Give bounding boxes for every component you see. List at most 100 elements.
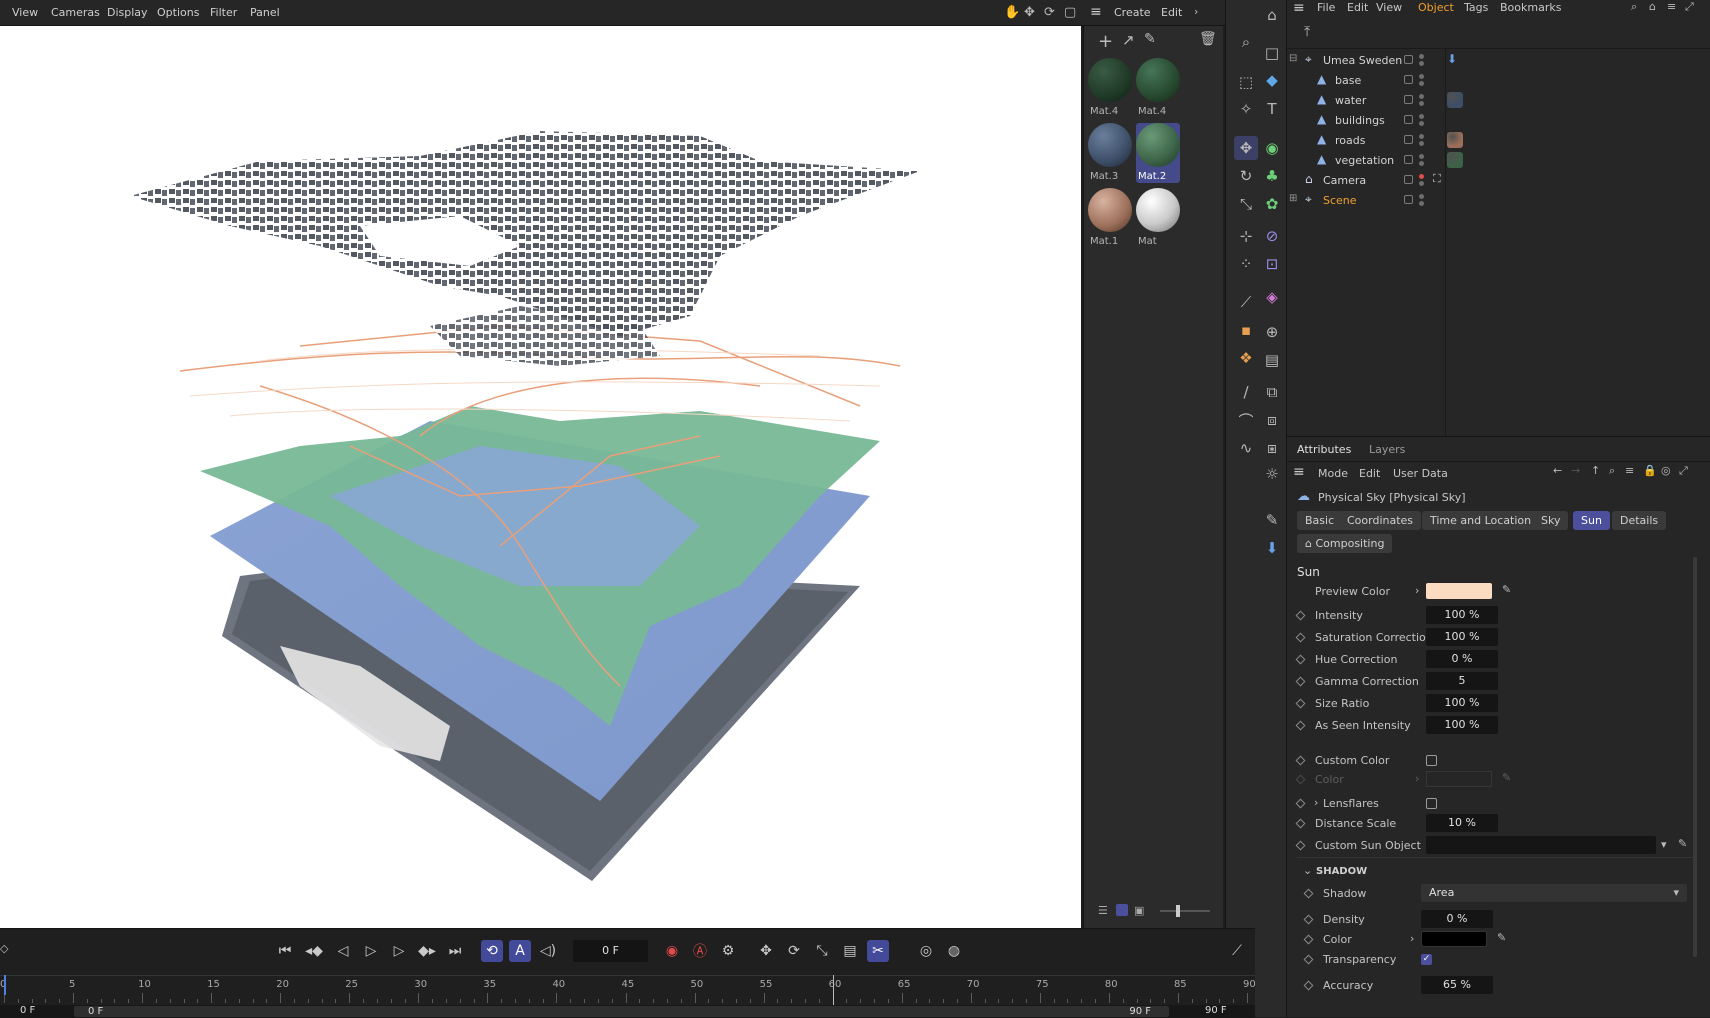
go-to-end-icon[interactable]: ⏭ xyxy=(444,940,466,962)
move-view-icon[interactable]: ✥ xyxy=(1024,5,1035,20)
previous-frame-icon[interactable]: ◁ xyxy=(332,940,354,962)
layer-check-icon[interactable] xyxy=(1404,155,1413,164)
large-view-icon[interactable]: ▣ xyxy=(1134,904,1144,917)
home-icon[interactable]: ⌂ xyxy=(1649,0,1656,13)
render-settings-icon[interactable]: ⧆ xyxy=(1260,436,1284,460)
rotate-icon[interactable]: ↻ xyxy=(1234,164,1258,188)
expand-panel-icon[interactable]: ⤢ xyxy=(1679,464,1688,478)
menu-options[interactable]: Options xyxy=(157,6,199,19)
property-value-field[interactable]: 5 xyxy=(1426,672,1498,690)
chevron-right-icon[interactable]: › xyxy=(1415,584,1419,597)
editor-visibility-dot[interactable] xyxy=(1419,154,1424,159)
density-field[interactable]: 0 % xyxy=(1421,910,1493,928)
material-tag-icon[interactable] xyxy=(1447,152,1463,168)
menu-edit[interactable]: Edit xyxy=(1161,6,1182,19)
editor-visibility-dot[interactable] xyxy=(1419,54,1424,59)
tree-row[interactable]: ▲ base xyxy=(1287,70,1710,90)
field-icon[interactable]: ⊡ xyxy=(1260,252,1284,276)
light-icon[interactable]: ☼ xyxy=(1260,462,1284,486)
environment-icon[interactable]: ⊕ xyxy=(1260,320,1284,344)
menu-mode[interactable]: Mode xyxy=(1318,467,1348,480)
layer-check-icon[interactable] xyxy=(1404,195,1413,204)
go-to-start-icon[interactable]: ⏮ xyxy=(274,940,296,962)
expand-toggle-icon[interactable]: ⊟ xyxy=(1289,53,1297,64)
layer-check-icon[interactable] xyxy=(1404,95,1413,104)
keyframe-diamond-icon[interactable] xyxy=(1295,654,1306,665)
layer-check-icon[interactable] xyxy=(1404,75,1413,84)
loop-icon[interactable]: ⟲ xyxy=(481,940,503,962)
tree-row[interactable]: ⌂ Camera ⛶ xyxy=(1287,170,1710,190)
new-window-icon[interactable]: ◎ xyxy=(1661,464,1671,477)
back-arrow-icon[interactable]: ← xyxy=(1553,464,1562,477)
material-menu-icon[interactable]: ≡ xyxy=(1090,4,1102,20)
menu-create[interactable]: Create xyxy=(1114,6,1151,19)
forward-arrow-icon[interactable]: → xyxy=(1571,464,1580,477)
filter-icon[interactable]: ≡ xyxy=(1625,464,1634,477)
zoom-slider-handle[interactable] xyxy=(1176,905,1180,917)
property-value-field[interactable]: 100 % xyxy=(1426,628,1498,646)
spline-icon[interactable]: ⊘ xyxy=(1260,224,1284,248)
f-curve-icon[interactable]: ⟋ xyxy=(1226,940,1248,962)
menu-display[interactable]: Display xyxy=(107,6,148,19)
arrow-icon[interactable]: ↗ xyxy=(1122,31,1135,49)
effector-icon[interactable]: ◈ xyxy=(1260,285,1284,309)
tab-layers[interactable]: Layers xyxy=(1369,443,1405,456)
menu-icon[interactable]: ≡ xyxy=(1293,0,1305,16)
sound-icon[interactable]: ◁) xyxy=(537,940,559,962)
points-mode-icon[interactable]: ⁘ xyxy=(1234,252,1258,276)
expand-toggle-icon[interactable]: ⊞ xyxy=(1289,193,1297,204)
property-value-field[interactable]: 100 % xyxy=(1426,716,1498,734)
keyframe-diamond-icon[interactable] xyxy=(1303,914,1314,925)
menu-filter[interactable]: Filter xyxy=(210,6,237,19)
menu-edit[interactable]: Edit xyxy=(1359,467,1380,480)
keyframe-diamond-icon[interactable] xyxy=(1303,934,1314,945)
material-swatch[interactable]: Mat.4 xyxy=(1136,58,1180,118)
tree-row[interactable]: ▲ roads xyxy=(1287,130,1710,150)
range-slider[interactable]: 0 F 90 F xyxy=(74,1006,1169,1017)
move-icon[interactable]: ✥ xyxy=(1234,136,1258,160)
play-icon[interactable]: ▷ xyxy=(360,940,382,962)
start-frame[interactable]: 0 F xyxy=(20,1005,35,1016)
maximize-view-icon[interactable]: ▢ xyxy=(1064,5,1076,20)
menu-panel[interactable]: Panel xyxy=(250,6,280,19)
subtab-details[interactable]: Details xyxy=(1612,511,1667,530)
subtab-sun[interactable]: Sun xyxy=(1573,511,1610,530)
text-icon[interactable]: T xyxy=(1260,97,1284,121)
layer-check-icon[interactable] xyxy=(1404,135,1413,144)
layer-check-icon[interactable] xyxy=(1404,115,1413,124)
end-frame[interactable]: 90 F xyxy=(1205,1005,1227,1016)
accuracy-field[interactable]: 65 % xyxy=(1421,976,1493,994)
layer-check-icon[interactable] xyxy=(1404,175,1413,184)
key-position-icon[interactable]: ✥ xyxy=(755,940,777,962)
hierarchy-up-icon[interactable]: ⤒ xyxy=(1304,24,1310,40)
editor-visibility-dot[interactable] xyxy=(1419,114,1424,119)
keyframe-diamond-icon[interactable]: ◇ xyxy=(0,942,8,955)
menu-view[interactable]: View xyxy=(1376,1,1402,14)
range-end[interactable]: 90 F xyxy=(1129,1006,1151,1017)
search-icon[interactable]: ⌕ xyxy=(1631,0,1637,14)
keyframe-diamond-icon[interactable] xyxy=(1295,610,1306,621)
record-icon[interactable]: ◉ xyxy=(661,940,683,962)
eyedropper-icon[interactable]: ✎ xyxy=(1497,931,1506,944)
menu-edit[interactable]: Edit xyxy=(1347,1,1368,14)
scene-hierarchy-icon[interactable]: ⌂ xyxy=(1260,3,1284,27)
menu-icon[interactable]: ≡ xyxy=(1293,464,1305,480)
grid-view-icon[interactable] xyxy=(1116,904,1128,916)
editor-visibility-dot[interactable] xyxy=(1419,74,1424,79)
render-visibility-dot[interactable] xyxy=(1419,61,1424,66)
material-swatch-selected[interactable]: Mat.2 xyxy=(1136,123,1180,183)
3d-viewport[interactable] xyxy=(0,26,1081,928)
chevron-right-icon[interactable]: › xyxy=(1194,5,1198,18)
subtab-time-and-location[interactable]: Time and Location xyxy=(1422,511,1540,530)
subtab-compositing[interactable]: ⌂ Compositing xyxy=(1297,534,1393,553)
keyframe-diamond-icon[interactable] xyxy=(1295,798,1306,809)
previous-key-icon[interactable]: ◂◆ xyxy=(303,940,325,962)
playback-mode-icon[interactable]: A xyxy=(509,940,531,962)
menu-cameras[interactable]: Cameras xyxy=(51,6,100,19)
preview-color-swatch[interactable] xyxy=(1426,583,1492,599)
editor-visibility-dot[interactable] xyxy=(1419,194,1424,199)
render-visibility-dot[interactable] xyxy=(1419,161,1424,166)
menu-user-data[interactable]: User Data xyxy=(1393,467,1448,480)
tab-attributes[interactable]: Attributes xyxy=(1297,443,1351,456)
tree-row[interactable]: ▲ vegetation xyxy=(1287,150,1710,170)
